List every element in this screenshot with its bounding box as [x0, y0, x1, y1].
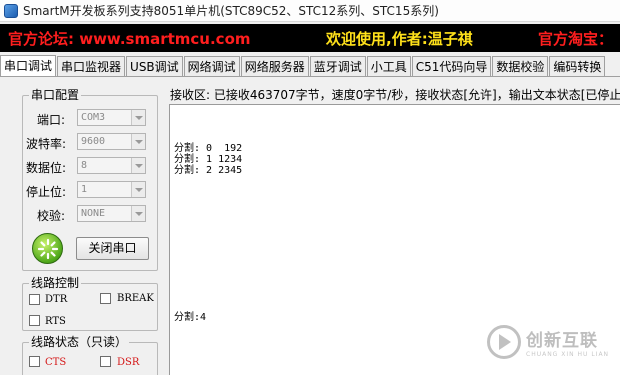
stop-bits-select[interactable]: 1	[77, 181, 146, 198]
watermark: 创新互联 CHUANG XIN HU LIAN	[487, 325, 609, 359]
watermark-main: 创新互联	[526, 331, 598, 351]
serial-config-legend: 串口配置	[29, 88, 82, 102]
baud-rate-select[interactable]: 9600	[77, 133, 146, 150]
break-label: BREAK	[117, 293, 154, 304]
data-bits-value: 8	[81, 160, 88, 171]
parity-label: 校验:	[37, 209, 66, 223]
tab-serial-monitor[interactable]: 串口监视器	[57, 56, 126, 76]
receive-line: 分割: 0 192	[174, 143, 243, 154]
app-icon	[4, 3, 18, 18]
rts-checkbox[interactable]	[29, 315, 40, 326]
receive-line: 分割:4	[174, 312, 207, 323]
cts-checkbox	[29, 356, 40, 367]
baud-rate-value: 9600	[81, 136, 106, 147]
tab-encoding-convert[interactable]: 编码转换	[549, 56, 606, 76]
dsr-checkbox	[100, 356, 111, 367]
port-value: COM3	[81, 112, 106, 123]
chevron-down-icon	[131, 110, 145, 125]
receive-line: 分割: 1 1234	[174, 154, 243, 165]
chevron-down-icon	[131, 206, 145, 221]
banner-welcome-text: 欢迎使用,作者:温子祺	[326, 29, 473, 48]
rts-label: RTS	[45, 316, 66, 327]
dtr-label: DTR	[45, 294, 68, 305]
tab-network-server[interactable]: 网络服务器	[240, 56, 309, 76]
cts-label: CTS	[45, 357, 67, 368]
banner-shop-link[interactable]: 官方淘宝：	[538, 28, 613, 49]
line-control-legend: 线路控制	[29, 276, 82, 290]
tab-usb-debug[interactable]: USB调试	[126, 56, 183, 76]
tab-serial-debug[interactable]: 串口调试	[0, 55, 57, 76]
chevron-down-icon	[131, 182, 145, 197]
receive-status-header: 接收区: 已接收463707字节，速度0字节/秒，接收状态[允许]，输出文本状态…	[170, 88, 620, 102]
stop-bits-label: 停止位:	[26, 185, 67, 199]
title-bar: SmartM开发板系列支持8051单片机(STC89C52、STC12系列、ST…	[0, 0, 620, 22]
serial-open-status-icon	[32, 233, 63, 264]
dtr-checkbox[interactable]	[29, 294, 40, 305]
parity-select[interactable]: NONE	[77, 205, 146, 222]
stop-bits-value: 1	[81, 184, 88, 195]
chevron-down-icon	[131, 134, 145, 149]
tab-network-debug[interactable]: 网络调试	[183, 56, 240, 76]
tab-bar: 串口调试 串口监视器 USB调试 网络调试 网络服务器 蓝牙调试 小工具 C51…	[0, 55, 620, 77]
receive-line: 分割: 2 2345	[174, 165, 243, 176]
dsr-label: DSR	[117, 357, 140, 368]
chevron-down-icon	[131, 158, 145, 173]
tab-tools[interactable]: 小工具	[366, 56, 411, 76]
line-status-legend: 线路状态（只读）	[29, 335, 130, 349]
line-control-group: 线路控制	[22, 276, 158, 331]
tab-c51-wizard[interactable]: C51代码向导	[411, 56, 492, 76]
banner: 官方论坛: www.smartmcu.com 欢迎使用,作者:温子祺 官方淘宝：	[0, 24, 620, 52]
data-bits-select[interactable]: 8	[77, 157, 146, 174]
port-select[interactable]: COM3	[77, 109, 146, 126]
banner-forum-link[interactable]: 官方论坛: www.smartmcu.com	[8, 28, 251, 49]
tab-data-checksum[interactable]: 数据校验	[492, 56, 549, 76]
data-bits-label: 数据位:	[26, 161, 67, 175]
window-title: SmartM开发板系列支持8051单片机(STC89C52、STC12系列、ST…	[23, 4, 439, 18]
port-label: 端口:	[37, 113, 66, 127]
watermark-sub: CHUANG XIN HU LIAN	[526, 351, 610, 358]
break-checkbox[interactable]	[100, 293, 111, 304]
close-port-button[interactable]: 关闭串口	[76, 237, 149, 260]
baud-rate-label: 波特率:	[26, 137, 67, 151]
tab-bluetooth-debug[interactable]: 蓝牙调试	[309, 56, 366, 76]
parity-value: NONE	[81, 208, 106, 219]
chuangxin-logo-icon	[487, 325, 521, 359]
